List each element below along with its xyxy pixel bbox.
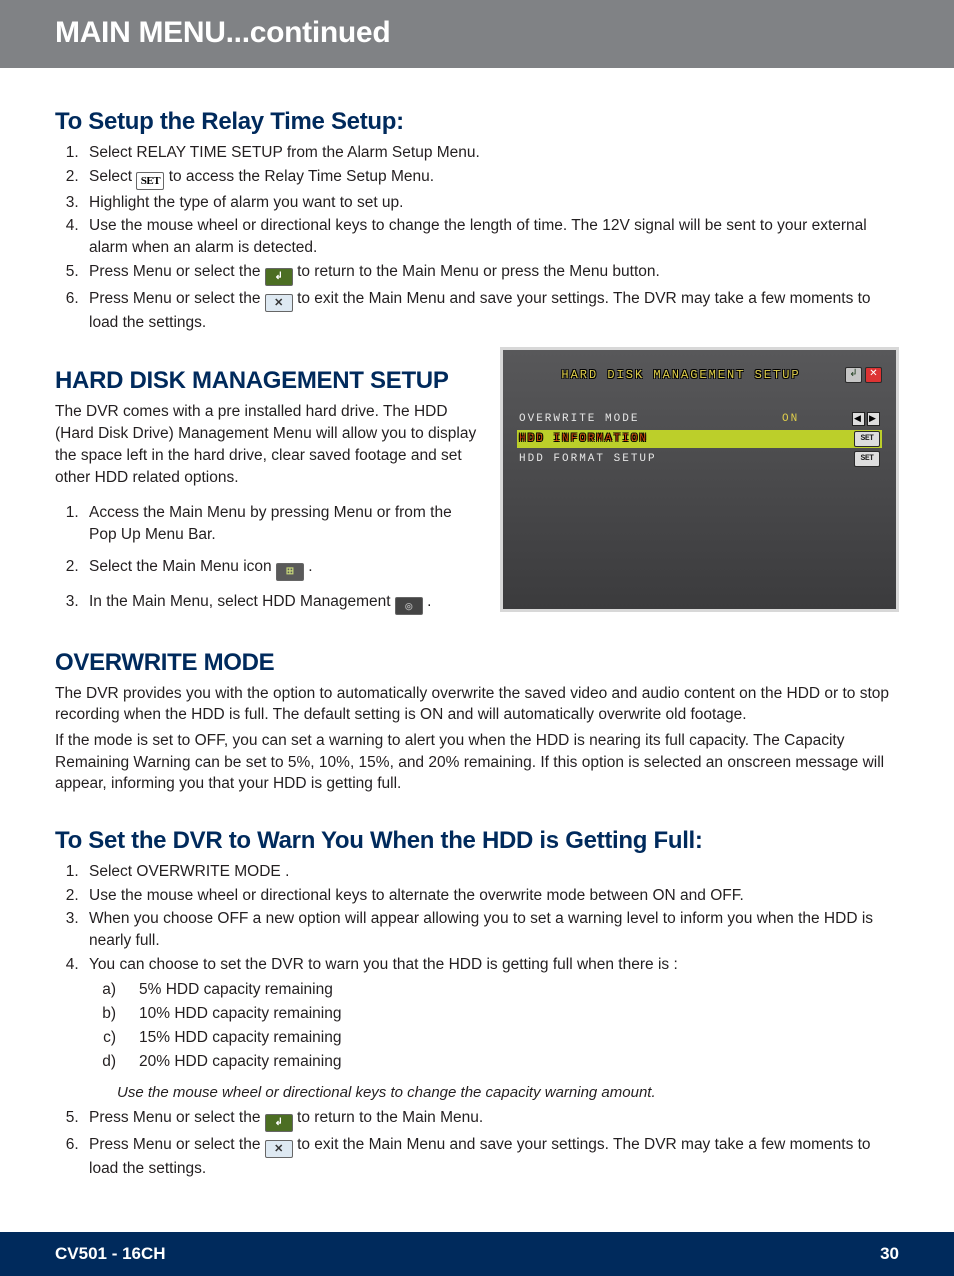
dvr-screenshot: HARD DISK MANAGEMENT SETUP ↲ ✕ OVERWRITE… — [500, 347, 899, 612]
hdd-steps-list: Access the Main Menu by pressing Menu or… — [55, 502, 478, 614]
dvr-left-arrow-icon[interactable]: ◀ — [852, 412, 865, 426]
step: In the Main Menu, select HDD Management … — [83, 591, 478, 615]
step-text: Select — [89, 168, 136, 185]
step: When you choose OFF a new option will ap… — [83, 908, 899, 951]
capacity-option: 10% HDD capacity remaining — [129, 1003, 899, 1025]
dvr-row-label: HDD FORMAT SETUP — [519, 453, 854, 465]
hdd-text-column: HARD DISK MANAGEMENT SETUP The DVR comes… — [55, 347, 478, 628]
step-text: In the Main Menu, select HDD Management — [89, 593, 395, 610]
dvr-close-icon[interactable]: ✕ — [865, 367, 882, 383]
hdd-management-icon: ◎ — [395, 597, 423, 615]
return-icon: ↲ — [265, 268, 293, 286]
step-text: . — [304, 558, 313, 575]
step: Highlight the type of alarm you want to … — [83, 192, 899, 214]
page-header-bar: MAIN MENU...continued — [0, 0, 954, 68]
manual-page: MAIN MENU...continued To Setup the Relay… — [0, 0, 954, 1276]
hdd-screenshot-column: HARD DISK MANAGEMENT SETUP ↲ ✕ OVERWRITE… — [500, 347, 899, 612]
step-text: Press Menu or select the — [89, 1109, 265, 1126]
step: Press Menu or select the ↲ to return to … — [83, 1107, 899, 1132]
dvr-row-hdd-info[interactable]: HDD INFORMATION SET — [517, 430, 882, 448]
hdd-paragraph: The DVR comes with a pre installed hard … — [55, 401, 478, 488]
step: You can choose to set the DVR to warn yo… — [83, 954, 899, 1103]
footer-model: CV501 - 16CH — [55, 1244, 166, 1264]
capacity-option: 5% HDD capacity remaining — [129, 979, 899, 1001]
hint-text: Use the mouse wheel or directional keys … — [117, 1082, 899, 1103]
dvr-return-icon[interactable]: ↲ — [845, 367, 862, 383]
dvr-screen-title: HARD DISK MANAGEMENT SETUP — [517, 368, 845, 382]
footer-page-number: 30 — [880, 1244, 899, 1264]
step: Select RELAY TIME SETUP from the Alarm S… — [83, 142, 899, 164]
capacity-option: 15% HDD capacity remaining — [129, 1027, 899, 1049]
page-content: To Setup the Relay Time Setup: Select RE… — [0, 68, 954, 1214]
step-text: Select the Main Menu icon — [89, 558, 276, 575]
close-icon: ✕ — [265, 294, 293, 312]
step-text: Press Menu or select the — [89, 263, 265, 280]
relay-steps-list: Select RELAY TIME SETUP from the Alarm S… — [55, 142, 899, 333]
step-text: Press Menu or select the — [89, 1136, 265, 1153]
dvr-right-arrow-icon[interactable]: ▶ — [867, 412, 880, 426]
step: Access the Main Menu by pressing Menu or… — [83, 502, 478, 545]
main-menu-icon: ⊞ — [276, 563, 304, 581]
dvr-row-label: OVERWRITE MODE — [519, 413, 782, 425]
heading-hdd-management: HARD DISK MANAGEMENT SETUP — [55, 367, 478, 395]
return-icon: ↲ — [265, 1114, 293, 1132]
step: Press Menu or select the ↲ to return to … — [83, 261, 899, 286]
step-text: to return to the Main Menu. — [293, 1109, 483, 1126]
page-footer-bar: CV501 - 16CH 30 — [0, 1232, 954, 1276]
heading-overwrite-mode: OVERWRITE MODE — [55, 649, 899, 677]
heading-relay-setup: To Setup the Relay Time Setup: — [55, 108, 899, 136]
step: Press Menu or select the ✕ to exit the M… — [83, 1134, 899, 1180]
step-text: Press Menu or select the — [89, 290, 265, 307]
overwrite-para2: If the mode is set to OFF, you can set a… — [55, 730, 899, 795]
step-text: . — [423, 593, 432, 610]
close-icon: ✕ — [265, 1140, 293, 1158]
hdd-section-row: HARD DISK MANAGEMENT SETUP The DVR comes… — [55, 347, 899, 628]
step: Use the mouse wheel or directional keys … — [83, 885, 899, 907]
dvr-row-hdd-format[interactable]: HDD FORMAT SETUP SET — [517, 450, 882, 468]
set-icon: SET — [136, 172, 164, 190]
dvr-row-value: ON — [782, 413, 852, 425]
dvr-title-row: HARD DISK MANAGEMENT SETUP ↲ ✕ — [517, 364, 882, 386]
dvr-set-button[interactable]: SET — [854, 451, 880, 467]
warn-steps-list: Select OVERWRITE MODE . Use the mouse wh… — [55, 861, 899, 1180]
page-header-title: MAIN MENU...continued — [55, 16, 954, 50]
step-text: You can choose to set the DVR to warn yo… — [89, 956, 678, 973]
step-text: to access the Relay Time Setup Menu. — [164, 168, 434, 185]
step: Press Menu or select the ✕ to exit the M… — [83, 288, 899, 334]
dvr-set-button[interactable]: SET — [854, 431, 880, 447]
step: Use the mouse wheel or directional keys … — [83, 215, 899, 258]
dvr-row-overwrite[interactable]: OVERWRITE MODE ON ◀ ▶ — [517, 410, 882, 428]
heading-warn-full: To Set the DVR to Warn You When the HDD … — [55, 827, 899, 855]
step: Select the Main Menu icon ⊞ . — [83, 556, 478, 581]
dvr-row-label: HDD INFORMATION — [519, 433, 854, 445]
step: Select OVERWRITE MODE . — [83, 861, 899, 883]
capacity-option: 20% HDD capacity remaining — [129, 1051, 899, 1073]
overwrite-para1: The DVR provides you with the option to … — [55, 683, 899, 726]
step-text: to return to the Main Menu or press the … — [297, 263, 660, 280]
capacity-options-list: 5% HDD capacity remaining 10% HDD capaci… — [89, 979, 899, 1072]
step: Select SET to access the Relay Time Setu… — [83, 166, 899, 190]
